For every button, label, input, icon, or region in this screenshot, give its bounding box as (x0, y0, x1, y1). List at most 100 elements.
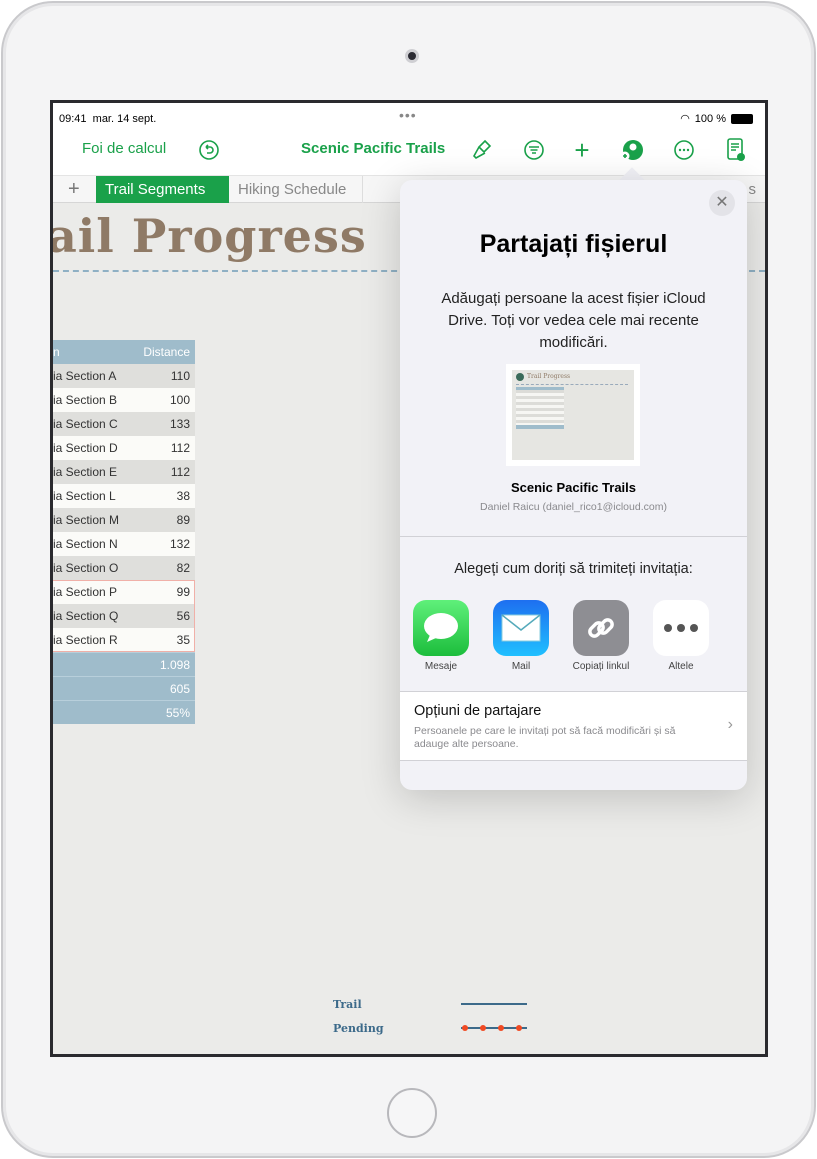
share-messages[interactable]: Mesaje (413, 600, 469, 672)
messages-label: Mesaje (424, 661, 458, 672)
share-more[interactable]: Altele (653, 600, 709, 672)
cell-name[interactable]: ia Section B (53, 388, 117, 412)
cell-distance[interactable]: 133 (170, 412, 190, 436)
tab-trail-segments[interactable]: Trail Segments (96, 176, 229, 203)
summary-row[interactable]: 605 (53, 676, 195, 700)
cell-distance[interactable]: 89 (177, 508, 190, 532)
undo-icon[interactable] (196, 137, 222, 163)
add-icon[interactable]: + (569, 135, 595, 165)
file-name: Scenic Pacific Trails (510, 480, 637, 495)
battery-label: 100 % (694, 112, 726, 125)
table-row[interactable]: ia Section Q 56 (53, 604, 195, 628)
cell-distance[interactable]: 112 (171, 460, 190, 484)
table-row[interactable]: ia Section N 132 (53, 532, 195, 556)
share-apps: Mesaje Mail Copiați linkul Altele (413, 600, 709, 672)
table-header: n Distance (53, 340, 195, 364)
sort-filter-icon[interactable] (521, 137, 547, 163)
share-mail[interactable]: Mail (493, 600, 549, 672)
cell-distance[interactable]: 82 (177, 556, 190, 580)
share-options-row[interactable]: Opțiuni de partajare Persoanele pe care … (400, 691, 747, 761)
summary-row[interactable]: 55% (53, 700, 195, 724)
more-icon[interactable] (671, 137, 697, 163)
legend-pending-line (461, 1025, 527, 1031)
cell-distance[interactable]: 56 (177, 604, 190, 628)
summary-row[interactable]: 1.098 (53, 652, 195, 676)
cell-distance[interactable]: 110 (171, 364, 190, 388)
cell-name[interactable]: ia Section P (53, 580, 117, 604)
add-sheet-button[interactable]: + (59, 176, 89, 203)
summary-value: 605 (169, 682, 190, 696)
cell-name[interactable]: ia Section M (53, 508, 119, 532)
chart-legend: Trail Pending (333, 998, 527, 1046)
table-row[interactable]: ia Section D 112 (53, 436, 195, 460)
cell-name[interactable]: ia Section O (53, 556, 118, 580)
home-button[interactable] (387, 1088, 437, 1138)
camera (405, 49, 419, 63)
legend-trail: Trail (333, 998, 362, 1011)
battery-icon (731, 113, 753, 124)
share-description: Adăugați persoane la acest fișier iCloud… (441, 290, 706, 351)
share-copy-link[interactable]: Copiați linkul (573, 600, 629, 672)
choose-method-label: Alegeți cum doriți să trimiteți invitați… (454, 561, 693, 577)
status-bar: 09:41 mar. 14 sept. ••• ◠ 100 % (53, 103, 765, 131)
chevron-right-icon: › (727, 716, 733, 733)
share-popover: ✕ Partajați fișierul Adăugați persoane l… (400, 180, 747, 790)
legend-pending: Pending (333, 1022, 384, 1035)
separator (400, 536, 747, 537)
cell-name[interactable]: ia Section Q (53, 604, 118, 628)
cell-name[interactable]: ia Section N (53, 532, 118, 556)
cell-distance[interactable]: 35 (177, 628, 190, 652)
status-time: 09:41 mar. 14 sept. (59, 113, 157, 125)
mail-icon (493, 600, 549, 656)
messages-icon (413, 600, 469, 656)
sheet-title: ail Progress (50, 209, 367, 263)
cell-name[interactable]: ia Section L (53, 484, 116, 508)
file-owner: Daniel Raicu (daniel_rico1@icloud.com) (480, 501, 667, 513)
link-icon (573, 600, 629, 656)
share-title: Partajați fișierul (479, 230, 668, 258)
table-row[interactable]: ia Section R 35 (53, 628, 195, 652)
cell-distance[interactable]: 112 (171, 436, 190, 460)
table-row[interactable]: ia Section M 89 (53, 508, 195, 532)
multitasking-dots[interactable]: ••• (399, 107, 417, 123)
document-title[interactable]: Scenic Pacific Trails (301, 140, 445, 157)
table-row[interactable]: ia Section P 99 (53, 580, 195, 604)
spreadsheets-back-button[interactable]: Foi de calcul (82, 140, 166, 157)
cell-distance[interactable]: 38 (177, 484, 190, 508)
table-row[interactable]: ia Section C 133 (53, 412, 195, 436)
distance-table: n Distance ia Section A 110 ia Section B 100… (53, 340, 195, 724)
cell-name[interactable]: ia Section A (53, 364, 116, 388)
table-row[interactable]: ia Section B 100 (53, 388, 195, 412)
collaborate-icon[interactable] (619, 137, 645, 163)
cell-name[interactable]: ia Section D (53, 436, 118, 460)
header-name: n (53, 345, 60, 359)
summary-value: 55% (165, 706, 190, 720)
mail-label: Mail (511, 661, 531, 672)
format-brush-icon[interactable] (469, 137, 495, 163)
cell-name[interactable]: ia Section E (53, 460, 117, 484)
toolbar: Foi de calcul Scenic Pacific Trails + (53, 131, 765, 175)
legend-trail-line (461, 1003, 527, 1005)
cell-name[interactable]: ia Section C (53, 412, 118, 436)
thumbnail-title: Trail Progress (527, 373, 571, 380)
document-thumbnail: Trail Progress (506, 364, 640, 466)
wifi-icon: ◠ (680, 113, 690, 125)
cell-distance[interactable]: 99 (177, 580, 190, 604)
reader-view-icon[interactable] (723, 137, 749, 163)
ellipsis-icon (653, 600, 709, 656)
cell-distance[interactable]: 132 (170, 532, 190, 556)
share-options-title: Opțiuni de partajare (414, 703, 542, 719)
copy-link-label: Copiați linkul (572, 661, 630, 672)
summary-value: 1.098 (159, 658, 190, 672)
tab-hiking-schedule[interactable]: Hiking Schedule (229, 176, 363, 203)
screen: 09:41 mar. 14 sept. ••• ◠ 100 % Foi de ca… (50, 100, 768, 1057)
header-distance: Distance (143, 345, 190, 359)
table-row[interactable]: ia Section A 110 (53, 364, 195, 388)
table-row[interactable]: ia Section E 112 (53, 460, 195, 484)
cell-distance[interactable]: 100 (170, 388, 190, 412)
close-button[interactable]: ✕ (709, 190, 735, 216)
table-row[interactable]: ia Section L 38 (53, 484, 195, 508)
more-label: Altele (668, 661, 694, 672)
cell-name[interactable]: ia Section R (53, 628, 118, 652)
table-row[interactable]: ia Section O 82 (53, 556, 195, 580)
